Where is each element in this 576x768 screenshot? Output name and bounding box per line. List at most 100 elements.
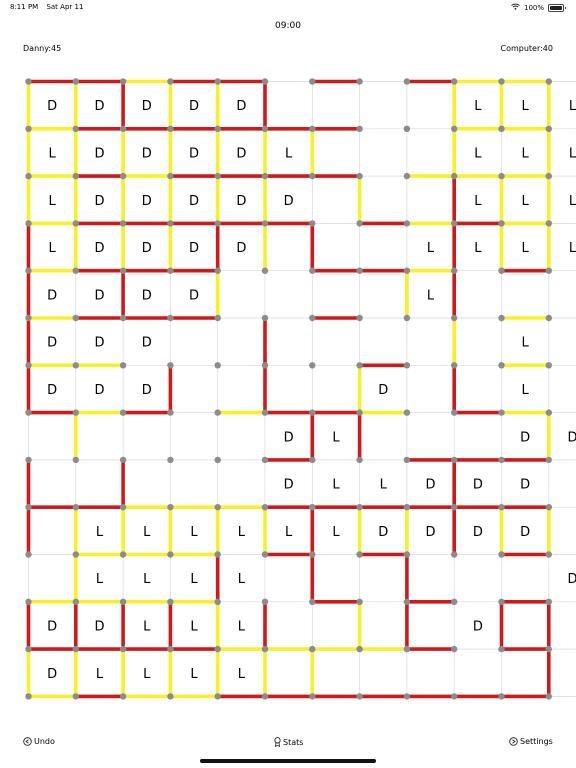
grid-dot (167, 598, 174, 605)
grid-dot (214, 456, 221, 464)
grid-dot (498, 598, 505, 605)
box-owner-letter: D (378, 525, 388, 540)
box-owner-letter: L (474, 241, 482, 256)
grid-dot (261, 267, 269, 274)
grid-dot (119, 504, 127, 511)
box-owner-letter: D (142, 99, 152, 114)
box-owner-letter: L (143, 667, 151, 682)
grid-dot (545, 693, 552, 700)
grid-dot (545, 125, 552, 132)
grid-dot (261, 362, 269, 369)
undo-label: Undo (34, 737, 55, 746)
grid-dot (451, 456, 458, 464)
grid-dot (403, 645, 411, 653)
grid-dot (119, 551, 127, 558)
grid-dot (309, 267, 316, 274)
grid-dot (214, 362, 221, 369)
box-owner-letter: D (47, 336, 57, 351)
grid-dot (72, 78, 80, 85)
home-indicator (200, 759, 376, 763)
box-owner-letter: D (94, 241, 104, 256)
grid-dot (403, 551, 411, 558)
grid-dot (498, 456, 505, 464)
grid-dot (167, 645, 174, 653)
grid-dot (309, 409, 316, 416)
undo-button[interactable]: Undo (23, 737, 55, 746)
box-owner-letter: D (94, 146, 104, 161)
grid-dot (214, 78, 221, 85)
grid-dot (214, 645, 221, 653)
grid-dot (498, 362, 505, 369)
grid-dot (309, 693, 316, 700)
box-owner-letter: L (427, 288, 435, 303)
grid-dot (356, 409, 363, 416)
box-owner-letter: L (522, 336, 530, 351)
grid-dot (72, 504, 80, 511)
grid-dot (72, 693, 80, 700)
grid-dot (545, 172, 552, 180)
grid-dot (25, 693, 32, 700)
grid-dot (403, 78, 411, 85)
box-owner-letter: D (236, 194, 246, 209)
grid-dot (498, 267, 505, 274)
grid-dot (545, 598, 552, 605)
box-owner-letter: D (473, 525, 483, 540)
grid-dot (214, 409, 221, 416)
box-owner-letter: D (94, 194, 104, 209)
box-owner-letter: L (96, 667, 104, 682)
grid-dot (72, 409, 80, 416)
box-owner-letter: L (49, 241, 57, 256)
grid-dot (261, 504, 269, 511)
box-owner-letter: D (189, 288, 199, 303)
grid-dot (214, 551, 221, 558)
box-owner-letter: L (285, 525, 293, 540)
box-owner-letter: L (427, 241, 435, 256)
grid-dot (403, 598, 411, 605)
box-owner-letter: D (94, 99, 104, 114)
grid-dot (167, 456, 174, 464)
game-board[interactable]: D D D D D L L L L D D D D L L L L L D D D D D L L L L D D D D L L L L D D D D L… (0, 0, 576, 768)
grid-dot (72, 267, 80, 274)
grid-dot (545, 504, 552, 511)
grid-dot (309, 172, 316, 180)
grid-dot (261, 645, 269, 653)
grid-dot (167, 693, 174, 700)
box-owner-letter: D (567, 430, 576, 445)
grid-dot (167, 362, 174, 369)
grid-dot (356, 78, 363, 85)
stats-button[interactable]: Stats (274, 737, 303, 747)
box-owner-letter: D (236, 241, 246, 256)
grid-dot (545, 78, 552, 85)
grid-dot (451, 220, 458, 227)
grid-dot (72, 598, 80, 605)
grid-dot (309, 504, 316, 511)
box-owner-letter: L (49, 146, 57, 161)
box-owner-letter: L (474, 146, 482, 161)
box-owner-letter: D (47, 288, 57, 303)
grid-dot (261, 78, 269, 85)
box-owner-letter: D (520, 525, 530, 540)
grid-dot (119, 267, 127, 274)
settings-button[interactable]: Settings (509, 737, 553, 746)
box-owner-letter: L (190, 525, 198, 540)
grid-dot (261, 456, 269, 464)
grid-dot (545, 645, 552, 653)
grid-dot (498, 504, 505, 511)
box-owner-letter: L (238, 619, 246, 634)
grid-dot (25, 598, 32, 605)
grid-dot (451, 409, 458, 416)
grid-dot (261, 125, 269, 132)
grid-dot (309, 362, 316, 369)
grid-dot (214, 172, 221, 180)
grid-dot (403, 267, 411, 274)
grid-dot (451, 362, 458, 369)
grid-dot (72, 551, 80, 558)
grid-dot (498, 645, 505, 653)
grid-dot (451, 504, 458, 511)
box-owner-letter: D (94, 288, 104, 303)
box-owner-letter: L (96, 525, 104, 540)
grid-dot (167, 314, 174, 322)
box-owner-letter: D (378, 383, 388, 398)
box-owner-letter: L (96, 572, 104, 587)
grid-dot (72, 220, 80, 227)
